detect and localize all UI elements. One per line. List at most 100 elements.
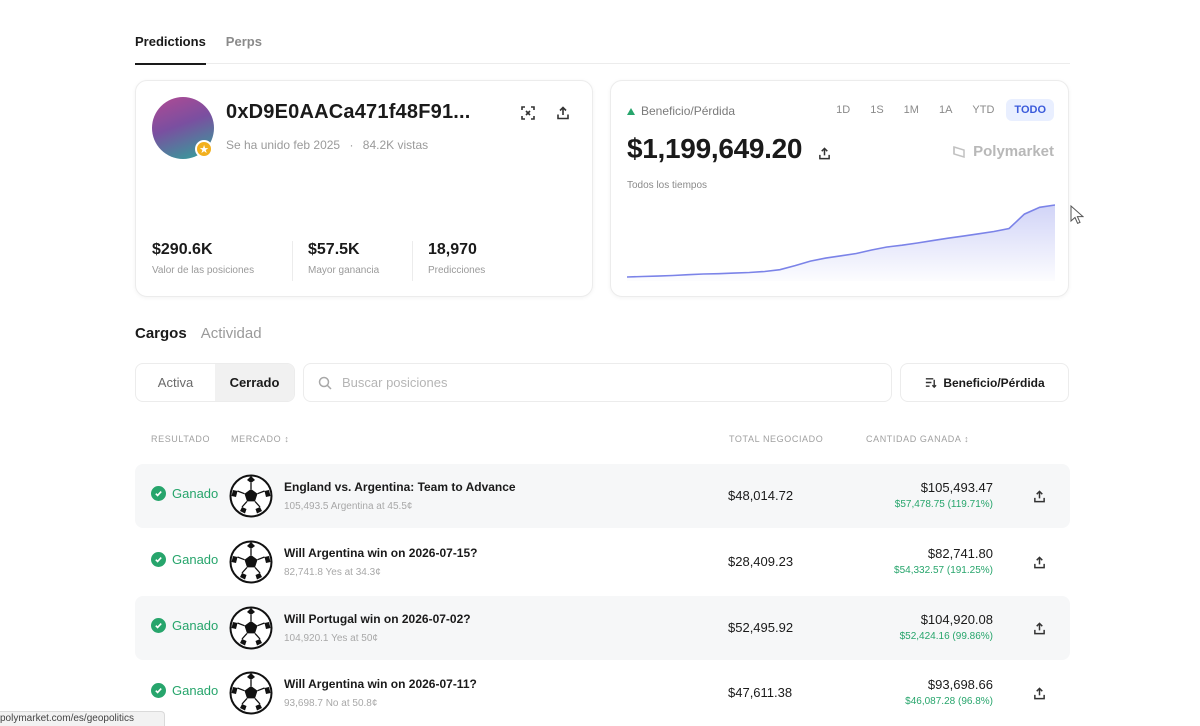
share-icon[interactable]	[552, 102, 574, 124]
range-ytd[interactable]: YTD	[964, 99, 1002, 121]
check-circle-icon	[151, 486, 166, 501]
search-input[interactable]	[342, 375, 842, 390]
header-market[interactable]: MERCADO ↕	[231, 434, 289, 444]
toggle-active[interactable]: Activa	[136, 364, 215, 401]
browser-status-url: polymarket.com/es/geopolitics	[0, 711, 165, 726]
tab-cargos[interactable]: Cargos	[135, 325, 187, 342]
soccer-ball-icon	[229, 474, 273, 518]
status-badge: Ganado	[151, 552, 218, 567]
stat-label: Predicciones	[428, 265, 486, 276]
range-all[interactable]: TODO	[1006, 99, 1054, 121]
profit-gain: $57,478.75 (119.71%)	[894, 499, 993, 510]
divider	[292, 241, 293, 281]
share-icon[interactable]	[818, 135, 831, 167]
pnl-amount: $1,199,649.20	[627, 133, 803, 164]
sort-button[interactable]: Beneficio/Pérdida	[900, 363, 1069, 402]
sort-label: Beneficio/Pérdida	[943, 375, 1045, 390]
joined-date: Se ha unido feb 2025	[226, 138, 341, 152]
polymarket-logo: Polymarket	[951, 143, 1054, 160]
divider	[412, 241, 413, 281]
view-count: 84.2K vistas	[362, 138, 429, 152]
total-traded: $52,495.92	[728, 620, 794, 635]
pnl-label: Beneficio/Pérdida	[627, 104, 735, 118]
triangle-up-icon	[627, 107, 635, 115]
profile-meta: Se ha unido feb 2025 · 84.2K vistas	[226, 138, 429, 152]
sort-arrow-icon: ↕	[284, 434, 290, 444]
soccer-ball-icon	[229, 540, 273, 584]
profile-card: ★ 0xD9E0AACa471f48F91... Se ha unido feb…	[135, 80, 593, 297]
range-selector: 1D 1S 1M 1A YTD TODO	[828, 99, 1054, 121]
header-market-label: MERCADO	[231, 434, 282, 444]
market-title[interactable]: Will Argentina win on 2026-07-11?	[284, 677, 477, 691]
qr-scan-icon[interactable]	[517, 102, 539, 124]
range-1s[interactable]: 1S	[862, 99, 891, 121]
check-circle-icon	[151, 618, 166, 633]
market-position: 104,920.1 Yes at 50¢	[284, 633, 378, 644]
total-traded: $28,409.23	[728, 554, 794, 569]
stat-positions-value: $290.6K Valor de las posiciones	[152, 241, 254, 276]
tab-perps[interactable]: Perps	[226, 30, 262, 64]
check-circle-icon	[151, 552, 166, 567]
range-1d[interactable]: 1D	[828, 99, 858, 121]
tab-actividad[interactable]: Actividad	[201, 325, 262, 342]
profit-gain: $54,332.57 (191.25%)	[894, 565, 993, 576]
range-1m[interactable]: 1M	[896, 99, 927, 121]
market-position: 82,741.8 Yes at 34.3¢	[284, 567, 381, 578]
profit-gain: $46,087.28 (96.8%)	[905, 696, 993, 707]
stat-biggest-win: $57.5K Mayor ganancia	[308, 241, 379, 276]
stat-label: Valor de las posiciones	[152, 265, 255, 276]
pnl-card: Beneficio/Pérdida 1D 1S 1M 1A YTD TODO $…	[610, 80, 1069, 297]
amount-won: $93,698.66	[927, 677, 993, 692]
position-tabs: Cargos Actividad	[135, 325, 262, 342]
soccer-ball-icon	[229, 606, 273, 650]
soccer-ball-icon	[229, 671, 273, 715]
share-icon[interactable]	[1028, 551, 1050, 573]
amount-won: $104,920.08	[920, 612, 993, 627]
status-label: Ganado	[172, 618, 219, 633]
market-title[interactable]: Will Argentina win on 2026-07-15?	[284, 546, 478, 560]
toggle-closed[interactable]: Cerrado	[215, 364, 294, 401]
header-traded[interactable]: TOTAL NEGOCIADO	[729, 434, 823, 444]
range-1a[interactable]: 1A	[931, 99, 960, 121]
pnl-value: $1,199,649.20	[627, 133, 831, 167]
amount-won: $82,741.80	[927, 546, 993, 561]
pnl-chart	[627, 204, 1055, 281]
tab-predictions[interactable]: Predictions	[135, 30, 206, 65]
status-label: Ganado	[172, 683, 219, 698]
brand-name: Polymarket	[973, 143, 1054, 160]
share-icon[interactable]	[1028, 617, 1050, 639]
market-position: 93,698.7 No at 50.8¢	[284, 698, 378, 709]
stat-value: 18,970	[428, 241, 477, 258]
status-badge: Ganado	[151, 618, 218, 633]
sort-arrow-icon: ↕	[964, 434, 970, 444]
stat-label: Mayor ganancia	[308, 265, 380, 276]
pnl-label-text: Beneficio/Pérdida	[641, 104, 736, 118]
stat-value: $57.5K	[308, 241, 360, 258]
table-row[interactable]: Ganado Will Argentina win on 2026-07-11?…	[135, 661, 1070, 725]
status-badge: Ganado	[151, 486, 218, 501]
share-icon[interactable]	[1028, 682, 1050, 704]
market-position: 105,493.5 Argentina at 45.5¢	[284, 501, 413, 512]
pnl-area	[627, 205, 1055, 281]
header-result[interactable]: RESULTADO	[151, 434, 210, 444]
status-label: Ganado	[172, 552, 219, 567]
share-icon[interactable]	[1028, 485, 1050, 507]
amount-won: $105,493.47	[920, 480, 993, 495]
polymarket-icon	[953, 145, 965, 158]
status-badge: Ganado	[151, 683, 218, 698]
status-toggle: Activa Cerrado	[135, 363, 295, 402]
header-won[interactable]: CANTIDAD GANADA ↕	[866, 434, 969, 444]
sort-icon	[926, 378, 937, 389]
total-traded: $47,611.38	[728, 685, 793, 700]
top-tabs: Predictions Perps	[135, 30, 1070, 65]
check-circle-icon	[151, 683, 166, 698]
table-row[interactable]: Ganado England vs. Argentina: Team to Ad…	[135, 464, 1070, 528]
table-row[interactable]: Ganado Will Argentina win on 2026-07-15?…	[135, 530, 1070, 594]
market-title[interactable]: England vs. Argentina: Team to Advance	[284, 480, 516, 494]
table-row[interactable]: Ganado Will Portugal win on 2026-07-02? …	[135, 596, 1070, 660]
market-title[interactable]: Will Portugal win on 2026-07-02?	[284, 612, 471, 626]
stat-value: $290.6K	[152, 241, 213, 258]
total-traded: $48,014.72	[728, 488, 794, 503]
stat-predictions: 18,970 Predicciones	[428, 241, 485, 276]
status-label: Ganado	[172, 486, 219, 501]
